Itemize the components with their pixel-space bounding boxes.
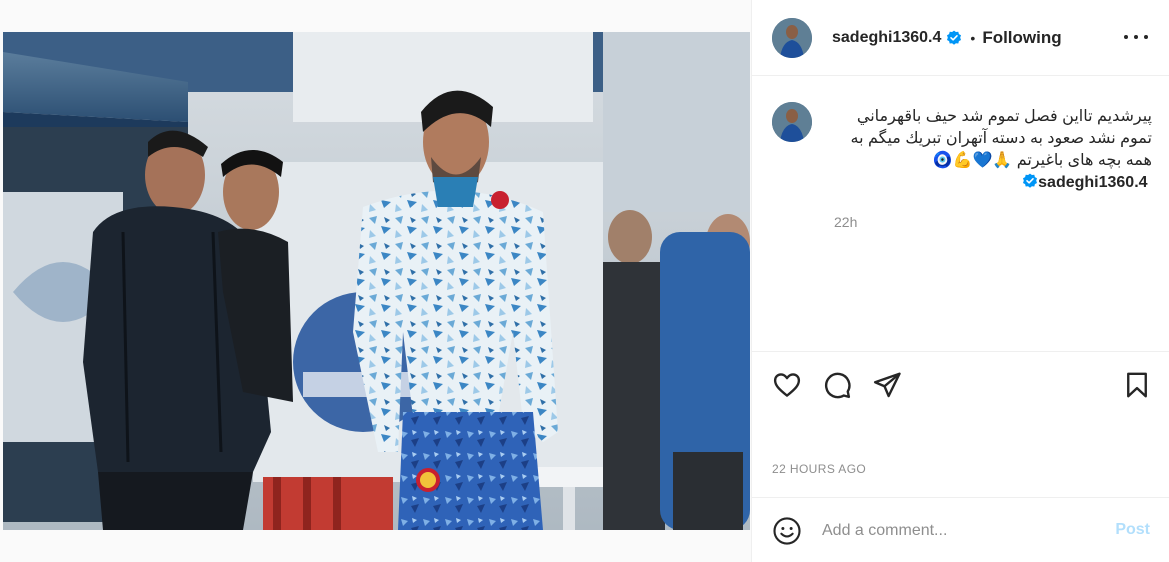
caption-body: پیرشدیم تااین فصل تموم شد حیف باقهرماني … (850, 108, 1152, 191)
post-header: sadeghi1360.4 • Following (752, 0, 1169, 76)
verified-badge-icon (946, 30, 962, 46)
share-icon[interactable] (872, 370, 902, 400)
post-date[interactable]: 22 HOURS AGO (772, 462, 866, 476)
post-photo (3, 32, 750, 530)
post-photo-area (0, 0, 751, 562)
following-button[interactable]: Following (982, 28, 1061, 48)
post-image[interactable] (3, 32, 750, 530)
comment-input[interactable] (822, 518, 1092, 544)
caption-text: پیرشدیم تااین فصل تموم شد حیف باقهرماني … (850, 108, 1152, 169)
caption-verified-badge-icon (1022, 173, 1038, 189)
more-options-icon[interactable] (1124, 27, 1148, 47)
comment-icon[interactable] (822, 370, 852, 400)
bookmark-icon[interactable] (1122, 370, 1152, 400)
action-bar (752, 351, 1169, 421)
post-comment-button[interactable]: Post (1115, 521, 1150, 539)
avatar[interactable] (772, 17, 812, 58)
emoji-icon[interactable] (772, 516, 802, 546)
username-link[interactable]: sadeghi1360.4 (832, 29, 941, 47)
caption-avatar[interactable] (772, 102, 812, 142)
comment-bar: Post (752, 497, 1169, 562)
heart-icon[interactable] (772, 370, 802, 400)
caption-username[interactable]: sadeghi1360.4 (1038, 174, 1147, 191)
caption-timestamp[interactable]: 22h (834, 214, 857, 230)
post-side-panel: sadeghi1360.4 • Following پیرشدیم تااین … (751, 0, 1169, 562)
separator-dot: • (970, 29, 976, 46)
